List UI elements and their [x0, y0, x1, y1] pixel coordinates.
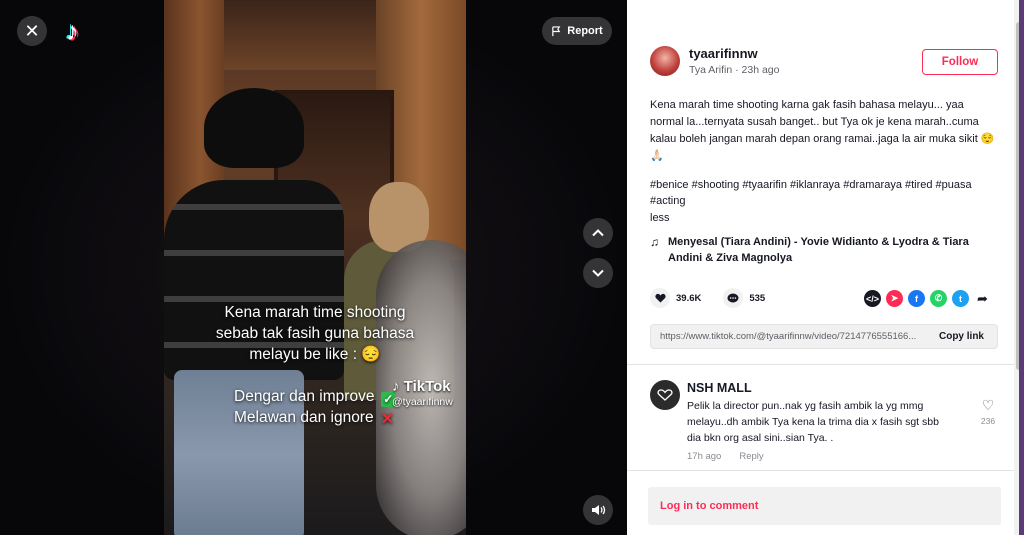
- music-note-icon: ♫: [650, 235, 659, 249]
- embed-icon[interactable]: </>: [864, 290, 881, 307]
- chevron-down-icon: [592, 269, 604, 277]
- report-label: Report: [567, 25, 603, 37]
- tiktok-logo-icon[interactable]: ♪: [66, 17, 92, 45]
- share-row: </> ➤ f ✆ t ➦: [864, 290, 991, 307]
- engagement-stats: 39.6K 535: [650, 288, 765, 308]
- previous-video-button[interactable]: [583, 218, 613, 248]
- tiktok-video-modal: Kena marah time shooting sebab tak fasih…: [0, 0, 1024, 535]
- hands-heart-icon: [657, 389, 673, 401]
- send-icon[interactable]: ➤: [886, 290, 903, 307]
- caption-option-text: Melawan dan ignore: [234, 409, 374, 426]
- caption-line: Kena marah time shooting: [224, 304, 406, 321]
- author-username[interactable]: tyaarifinnw: [689, 46, 780, 61]
- like-button[interactable]: [650, 288, 670, 308]
- comment-icon: [727, 293, 739, 302]
- less-toggle[interactable]: less: [650, 212, 670, 224]
- window-edge: [1019, 0, 1024, 535]
- author-display-name: Tya Arifin: [689, 64, 733, 76]
- music-title[interactable]: Menyesal (Tiara Andini) - Yovie Widianto…: [668, 234, 995, 266]
- tiktok-watermark: ♪ TikTok @tyaarifinnw: [392, 378, 453, 408]
- avatar[interactable]: [650, 46, 680, 76]
- post-hashtags[interactable]: #benice #shooting #tyaarifin #iklanraya …: [650, 177, 1000, 209]
- close-icon: ✕: [24, 20, 40, 41]
- video-link[interactable]: https://www.tiktok.com/@tyaarifinnw/vide…: [651, 331, 929, 342]
- author-text: tyaarifinnw Tya Arifin · 23h ago: [689, 46, 780, 76]
- caption-line: melayu be like : 😔: [249, 346, 381, 363]
- post-description: Kena marah time shooting karna gak fasih…: [650, 99, 995, 162]
- facebook-icon[interactable]: f: [908, 290, 925, 307]
- comment-button[interactable]: [723, 288, 744, 308]
- caption-option-text: Dengar dan improve: [234, 388, 375, 405]
- like-count: 39.6K: [676, 292, 702, 304]
- video-caption: Kena marah time shooting sebab tak fasih…: [164, 302, 466, 365]
- author-subline: Tya Arifin · 23h ago: [689, 64, 780, 76]
- next-video-button[interactable]: [583, 258, 613, 288]
- follow-button[interactable]: Follow: [922, 49, 998, 75]
- copy-link-box: https://www.tiktok.com/@tyaarifinnw/vide…: [650, 324, 998, 349]
- comment-like-button[interactable]: ♡ 236: [976, 397, 1000, 426]
- author-info[interactable]: tyaarifinnw Tya Arifin · 23h ago: [650, 46, 780, 76]
- comment-author[interactable]: NSH MALL: [687, 381, 752, 395]
- comment-count: 535: [749, 292, 766, 304]
- comment-text: Pelik la director pun..nak yg fasih ambi…: [687, 400, 939, 444]
- comment-like-count: 236: [980, 416, 996, 426]
- video-player[interactable]: Kena marah time shooting sebab tak fasih…: [164, 0, 466, 535]
- separator: ·: [735, 64, 739, 76]
- heart-icon: [654, 293, 666, 303]
- chevron-up-icon: [592, 229, 604, 237]
- heart-outline-icon: ♡: [981, 397, 995, 413]
- flag-icon: [552, 25, 561, 36]
- divider: [627, 364, 1019, 365]
- speaker-icon: [591, 505, 605, 515]
- share-arrow-icon[interactable]: ➦: [974, 291, 991, 307]
- login-to-comment-button[interactable]: Log in to comment: [648, 487, 1001, 525]
- post-time: 23h ago: [741, 64, 780, 76]
- caption-line: sebab tak fasih guna bahasa: [215, 325, 415, 342]
- music-info[interactable]: ♫ Menyesal (Tiara Andini) - Yovie Widian…: [650, 234, 995, 266]
- watermark-username: @tyaarifinnw: [392, 396, 453, 408]
- scene-hat: [204, 88, 304, 168]
- comment-meta: 17h ago Reply: [687, 451, 764, 462]
- report-button[interactable]: Report: [542, 17, 612, 45]
- video-stage: Kena marah time shooting sebab tak fasih…: [0, 0, 627, 535]
- whatsapp-icon[interactable]: ✆: [930, 290, 947, 307]
- avatar[interactable]: [650, 380, 680, 410]
- volume-button[interactable]: [583, 495, 613, 525]
- details-panel: tyaarifinnw Tya Arifin · 23h ago Follow …: [627, 0, 1024, 535]
- copy-link-button[interactable]: Copy link: [929, 331, 997, 342]
- comment-login-bar: Log in to comment: [627, 470, 1019, 535]
- close-button[interactable]: ✕: [17, 16, 47, 46]
- cross-mark-icon: ✕: [380, 411, 395, 428]
- twitter-icon[interactable]: t: [952, 290, 969, 307]
- comment-time: 17h ago: [687, 451, 722, 462]
- watermark-logo: ♪ TikTok: [392, 378, 451, 395]
- reply-button[interactable]: Reply: [739, 451, 763, 462]
- caption-option: Melawan dan ignore ✕: [234, 407, 466, 428]
